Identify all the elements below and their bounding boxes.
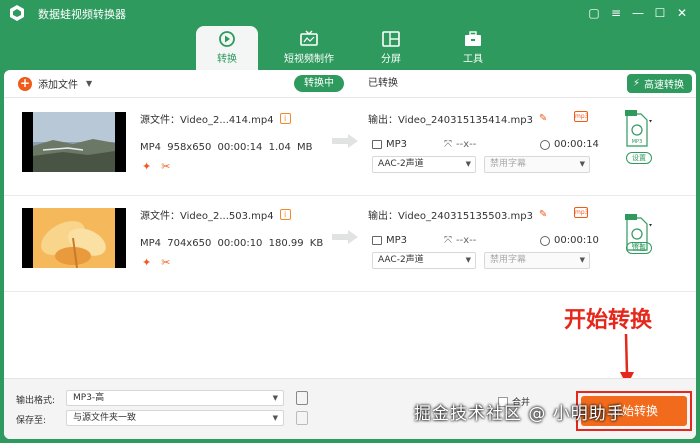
file-row: 源文件：Video_2...414.mp4 i MP4 958x650 00:0… <box>4 100 696 196</box>
subtitle-select[interactable]: 禁用字幕 ▼ <box>484 156 590 173</box>
chevron-down-icon: ▼ <box>272 414 278 422</box>
format-icon <box>372 140 382 149</box>
chevron-down-icon: ▼ <box>465 160 471 168</box>
app-title: 数据蛙视频转换器 <box>38 8 126 21</box>
info-icon[interactable]: i <box>279 113 291 124</box>
mp3-file-icon[interactable]: MP3 <box>624 108 652 148</box>
video-thumbnail[interactable] <box>22 112 126 172</box>
title-bar: 数据蛙视频转换器 ▢ ≡ — ☐ ✕ <box>0 0 700 26</box>
edit-tools: ✦ ✂ <box>142 160 170 173</box>
resize-icon: ⤧ <box>444 139 452 150</box>
resize-icon: ⤧ <box>444 235 452 246</box>
video-thumbnail[interactable] <box>22 208 126 268</box>
tab-converted[interactable]: 已转换 <box>358 75 408 92</box>
tab-split-screen[interactable]: 分屏 <box>360 26 422 70</box>
tv-icon <box>300 30 318 46</box>
scissors-icon[interactable]: ✂ <box>161 256 170 269</box>
format-settings-icon[interactable] <box>296 391 308 405</box>
clock-icon <box>540 235 550 246</box>
coast-thumbnail-image <box>33 112 115 172</box>
menu-icon[interactable]: ≡ <box>606 3 626 23</box>
lightning-icon: ⚡ <box>632 78 640 89</box>
folder-icon[interactable] <box>296 411 308 425</box>
close-icon[interactable]: ✕ <box>672 3 692 23</box>
audio-track-select[interactable]: AAC-2声道 ▼ <box>372 252 476 269</box>
magic-wand-icon[interactable]: ✦ <box>142 160 151 173</box>
source-file: 源文件：Video_2...414.mp4 i <box>140 111 291 126</box>
audio-track-select[interactable]: AAC-2声道 ▼ <box>372 156 476 173</box>
scissors-icon[interactable]: ✂ <box>161 160 170 173</box>
save-to-select[interactable]: 与源文件夹一致 ▼ <box>66 410 284 426</box>
chevron-down-icon[interactable]: ▼ <box>86 79 92 88</box>
info-icon[interactable]: i <box>279 209 291 220</box>
save-to-label: 保存至: <box>16 416 47 426</box>
settings-button[interactable]: 设置 <box>626 152 652 164</box>
flower-thumbnail-image <box>33 208 115 268</box>
add-files-button[interactable]: + 添加文件 ▼ <box>18 76 92 91</box>
window-controls: ▢ ≡ — ☐ ✕ <box>584 3 692 23</box>
feedback-icon[interactable]: ▢ <box>584 3 604 23</box>
plus-icon: + <box>18 75 32 91</box>
chevron-down-icon: ▼ <box>579 160 585 168</box>
app-logo-icon <box>10 5 24 21</box>
tab-converting[interactable]: 转换中 <box>294 75 344 92</box>
file-row: 源文件：Video_2...503.mp4 i MP4 704x650 00:0… <box>4 196 696 292</box>
main-panel: + 添加文件 ▼ 转换中 已转换 ⚡ 高速转换 源文件：Video_2...41… <box>4 70 696 439</box>
output-file: 输出：Video_240315135503.mp3 ✎ <box>368 209 548 222</box>
source-meta: MP4 704x650 00:00:10 180.99 KB <box>140 238 324 249</box>
maximize-icon[interactable]: ☐ <box>650 3 670 23</box>
file-format-label: MP3 <box>632 139 643 145</box>
pencil-icon[interactable]: ✎ <box>539 209 547 220</box>
split-screen-icon <box>382 31 400 47</box>
minimize-icon[interactable]: — <box>628 3 648 23</box>
annotation-label: 开始转换 <box>564 308 653 333</box>
chevron-down-icon: ▼ <box>579 256 585 264</box>
output-file: 输出：Video_240315135414.mp3 ✎ <box>368 113 548 126</box>
output-format-select[interactable]: MP3-高 ▼ <box>66 390 284 406</box>
fast-convert-button[interactable]: ⚡ 高速转换 <box>626 74 692 93</box>
format-badge-icon[interactable]: mp3 <box>574 207 588 218</box>
tab-tools[interactable]: 工具 <box>442 26 504 70</box>
edit-tools: ✦ ✂ <box>142 256 170 269</box>
tab-convert[interactable]: 转换 <box>196 26 258 70</box>
chevron-down-icon: ▼ <box>272 394 278 402</box>
watermark: 掘金技术社区 @ 小明助手 <box>414 404 625 424</box>
output-format-label: 输出格式: <box>16 396 56 406</box>
chevron-down-icon: ▼ <box>465 256 471 264</box>
tab-short-video[interactable]: 短视频制作 <box>278 26 340 70</box>
main-nav: 转换 短视频制作 分屏 工具 <box>0 26 700 70</box>
toolbar: + 添加文件 ▼ 转换中 已转换 ⚡ 高速转换 <box>4 70 696 98</box>
source-file: 源文件：Video_2...503.mp4 i <box>140 207 291 222</box>
format-icon <box>372 236 382 245</box>
arrow-right-icon <box>332 134 358 148</box>
settings-button[interactable]: 设置 <box>626 242 652 254</box>
clock-icon <box>540 139 550 150</box>
subtitle-select[interactable]: 禁用字幕 ▼ <box>484 252 590 269</box>
convert-icon <box>219 31 235 47</box>
magic-wand-icon[interactable]: ✦ <box>142 256 151 269</box>
pencil-icon[interactable]: ✎ <box>539 113 547 124</box>
toolbox-icon <box>465 31 481 46</box>
format-badge-icon[interactable]: mp3 <box>574 111 588 122</box>
source-meta: MP4 958x650 00:00:14 1.04 MB <box>140 142 313 153</box>
arrow-right-icon <box>332 230 358 244</box>
